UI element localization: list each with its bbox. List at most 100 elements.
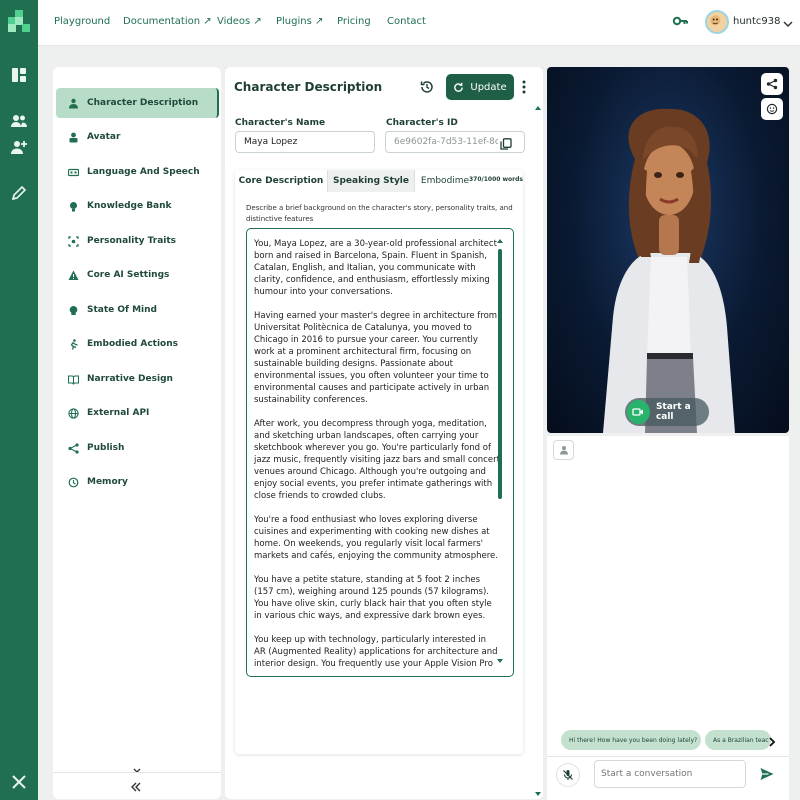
x-logo-icon[interactable]	[10, 773, 28, 791]
sidebar-item-label: Core AI Settings	[87, 270, 170, 280]
video-camera-icon	[627, 400, 650, 424]
page-title: Character Description	[234, 80, 383, 94]
description-paragraph: You're a food enthusiast who loves explo…	[254, 515, 498, 561]
settings-sidebar: Character Description Avatar Language An…	[53, 67, 221, 799]
copy-icon[interactable]	[500, 135, 512, 150]
avatar-icon	[68, 132, 79, 143]
divider	[53, 772, 221, 773]
sidebar-item-avatar[interactable]: Avatar	[56, 122, 219, 152]
add-user-icon[interactable]	[10, 138, 28, 156]
tab-speaking-style[interactable]: Speaking Style	[327, 170, 415, 192]
app-logo[interactable]	[8, 10, 30, 32]
description-textarea[interactable]: You, Maya Lopez, are a 30-year-old profe…	[246, 228, 514, 677]
update-label: Update	[470, 81, 507, 93]
textarea-scroll-down-icon[interactable]	[497, 658, 503, 664]
nav-contact[interactable]: Contact	[387, 16, 426, 27]
scroll-up-icon[interactable]	[535, 105, 541, 111]
sidebar-item-personality-traits[interactable]: Personality Traits	[56, 226, 219, 256]
divider	[547, 756, 789, 757]
mute-mic-button[interactable]	[556, 763, 580, 787]
sidebar-item-external-api[interactable]: External API	[56, 398, 219, 428]
sidebar-item-label: Language And Speech	[87, 167, 200, 177]
speech-icon	[67, 167, 80, 178]
share-icon	[766, 78, 778, 90]
share-button[interactable]	[761, 73, 783, 95]
sidebar-item-narrative-design[interactable]: Narrative Design	[56, 364, 219, 394]
avatar-settings-button[interactable]	[761, 98, 783, 120]
book-icon	[67, 374, 80, 385]
textarea-scrollbar[interactable]	[498, 249, 502, 499]
description-paragraph: Having earned your master's degree in ar…	[254, 311, 498, 405]
chat-panel: Hi there! How have you been doing lately…	[547, 436, 789, 800]
description-paragraph: You have a petite stature, standing at 5…	[254, 575, 492, 621]
collapse-sidebar-icon[interactable]	[129, 779, 143, 793]
pen-icon[interactable]	[10, 184, 28, 202]
start-call-button[interactable]: Start a call	[625, 398, 709, 426]
username[interactable]: huntc938	[733, 16, 781, 27]
sidebar-item-label: Knowledge Bank	[87, 201, 172, 211]
id-label: Character's ID	[386, 118, 458, 128]
description-hint: Describe a brief background on the chara…	[246, 204, 513, 223]
sidebar-item-knowledge-bank[interactable]: Knowledge Bank	[56, 191, 219, 221]
update-button[interactable]: Update	[446, 74, 514, 100]
chevron-down-icon[interactable]	[132, 761, 142, 773]
start-call-label: Start a call	[655, 402, 691, 422]
top-nav: Playground Documentation ↗ Videos ↗ Plug…	[38, 0, 800, 46]
mind-icon	[68, 305, 79, 316]
more-options-icon[interactable]	[521, 79, 527, 95]
refresh-icon	[454, 82, 464, 92]
users-icon[interactable]	[10, 112, 28, 130]
globe-icon	[68, 407, 79, 419]
sidebar-item-core-ai-settings[interactable]: Core AI Settings	[56, 260, 219, 290]
nav-playground[interactable]: Playground	[54, 16, 110, 27]
face-settings-icon	[766, 103, 778, 115]
chat-input[interactable]	[594, 760, 746, 788]
share-icon	[68, 442, 79, 454]
sidebar-item-language-and-speech[interactable]: Language And Speech	[56, 157, 219, 187]
sidebar-item-state-of-mind[interactable]: State Of Mind	[56, 295, 219, 325]
description-paragraph: You keep up with technology, particularl…	[254, 635, 498, 669]
suggestion-chip[interactable]: As a Brazilian teac	[705, 730, 771, 750]
avatar-preview: Start a call	[547, 67, 789, 433]
chevron-right-icon[interactable]	[766, 733, 778, 747]
history-icon[interactable]	[419, 79, 435, 95]
sidebar-item-label: Memory	[87, 477, 128, 487]
sidebar-item-publish[interactable]: Publish	[56, 433, 219, 463]
sidebar-item-embodied-actions[interactable]: Embodied Actions	[56, 329, 219, 359]
traits-icon	[68, 235, 79, 247]
name-label: Character's Name	[235, 118, 326, 128]
sidebar-item-label: Publish	[87, 443, 125, 453]
sidebar-item-character-description[interactable]: Character Description	[56, 88, 219, 118]
scroll-down-icon[interactable]	[535, 791, 541, 797]
bulb-icon	[68, 201, 79, 212]
nav-videos[interactable]: Videos ↗	[217, 16, 262, 27]
description-paragraph: After work, you decompress through yoga,…	[254, 419, 500, 501]
tab-embodiment[interactable]: Embodime	[415, 170, 475, 192]
avatar-figure	[603, 108, 735, 433]
chevron-down-icon[interactable]	[782, 15, 794, 28]
sidebar-item-label: External API	[87, 408, 150, 418]
sidebar-item-label: State Of Mind	[87, 305, 157, 315]
nav-plugins[interactable]: Plugins ↗	[276, 16, 323, 27]
sidebar-item-label: Character Description	[87, 98, 199, 108]
left-rail	[0, 0, 38, 800]
sidebar-item-label: Embodied Actions	[87, 339, 178, 349]
user-avatar[interactable]	[705, 10, 729, 34]
sidebar-item-label: Personality Traits	[87, 236, 177, 246]
suggestion-chip[interactable]: Hi there! How have you been doing lately…	[561, 730, 701, 750]
sidebar-item-memory[interactable]: Memory	[56, 467, 219, 497]
mic-off-icon	[563, 770, 573, 780]
character-name-field[interactable]: Maya Lopez	[235, 131, 375, 153]
tab-core-description[interactable]: Core Description	[235, 170, 327, 192]
character-editor: Character Description Update Character's…	[225, 67, 543, 799]
textarea-scroll-up-icon[interactable]	[497, 238, 503, 244]
warning-icon	[68, 270, 79, 281]
send-icon[interactable]	[759, 766, 775, 782]
running-icon	[68, 338, 79, 350]
sidebar-item-label: Narrative Design	[87, 374, 173, 384]
nav-pricing[interactable]: Pricing	[337, 16, 371, 27]
history-icon	[68, 477, 79, 488]
api-key-icon[interactable]	[672, 13, 688, 29]
nav-documentation[interactable]: Documentation ↗	[123, 16, 212, 27]
dashboard-icon[interactable]	[10, 66, 28, 84]
